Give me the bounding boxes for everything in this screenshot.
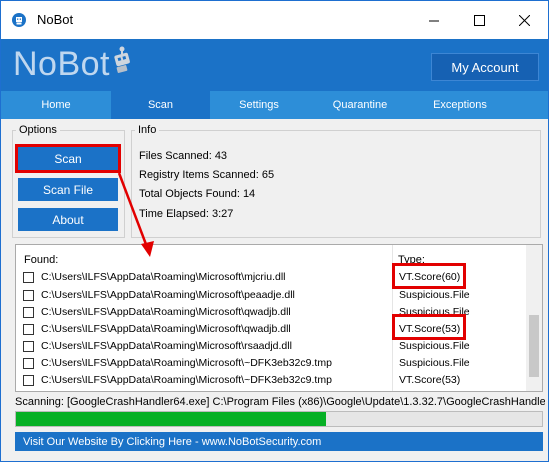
app-window: NoBot NoBot My Account Home Scan Setting… (0, 0, 549, 462)
annotation-arrow-icon (117, 172, 154, 257)
scanning-status-text: Scanning: [GoogleCrashHandler64.exe] C:\… (15, 396, 545, 408)
scan-progress-bar (15, 411, 543, 427)
website-link[interactable]: Visit Our Website By Clicking Here - www… (15, 432, 543, 451)
progress-fill (16, 412, 327, 426)
